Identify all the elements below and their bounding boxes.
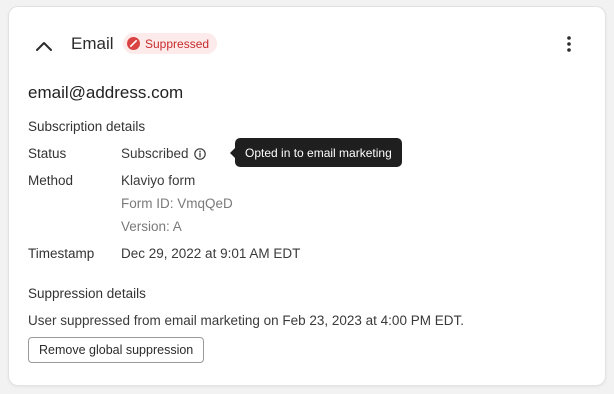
more-vertical-icon <box>567 36 571 52</box>
status-value: Subscribed <box>121 146 189 161</box>
chevron-up-icon <box>36 42 52 51</box>
status-tooltip: Opted in to email marketing <box>230 138 402 167</box>
suppressed-badge: Suppressed <box>123 33 218 54</box>
timestamp-label: Timestamp <box>28 246 95 261</box>
form-id: Form ID: VmqQeD <box>121 196 233 211</box>
remove-global-suppression-button[interactable]: Remove global suppression <box>28 337 205 363</box>
form-version: Version: A <box>121 219 182 234</box>
method-label: Method <box>28 173 74 188</box>
suppression-details-heading: Suppression details <box>28 286 146 301</box>
status-label: Status <box>28 146 67 161</box>
tooltip-text: Opted in to email marketing <box>245 145 392 160</box>
more-options-button[interactable] <box>559 31 579 57</box>
timestamp-value: Dec 29, 2022 at 9:01 AM EDT <box>121 246 301 261</box>
status-value-group: Subscribed <box>121 145 206 163</box>
badge-label: Suppressed <box>145 36 210 51</box>
card-title: Email <box>71 34 114 53</box>
suppression-message: User suppressed from email marketing on … <box>28 313 464 328</box>
email-channel-card: Email Suppressed email@address.com Subsc… <box>8 6 606 386</box>
subscription-details-heading: Subscription details <box>28 119 146 134</box>
method-value: Klaviyo form <box>121 173 196 188</box>
prohibited-icon <box>127 37 140 50</box>
email-address: email@address.com <box>28 83 184 102</box>
collapse-button[interactable] <box>31 33 57 59</box>
info-icon[interactable] <box>193 148 206 160</box>
